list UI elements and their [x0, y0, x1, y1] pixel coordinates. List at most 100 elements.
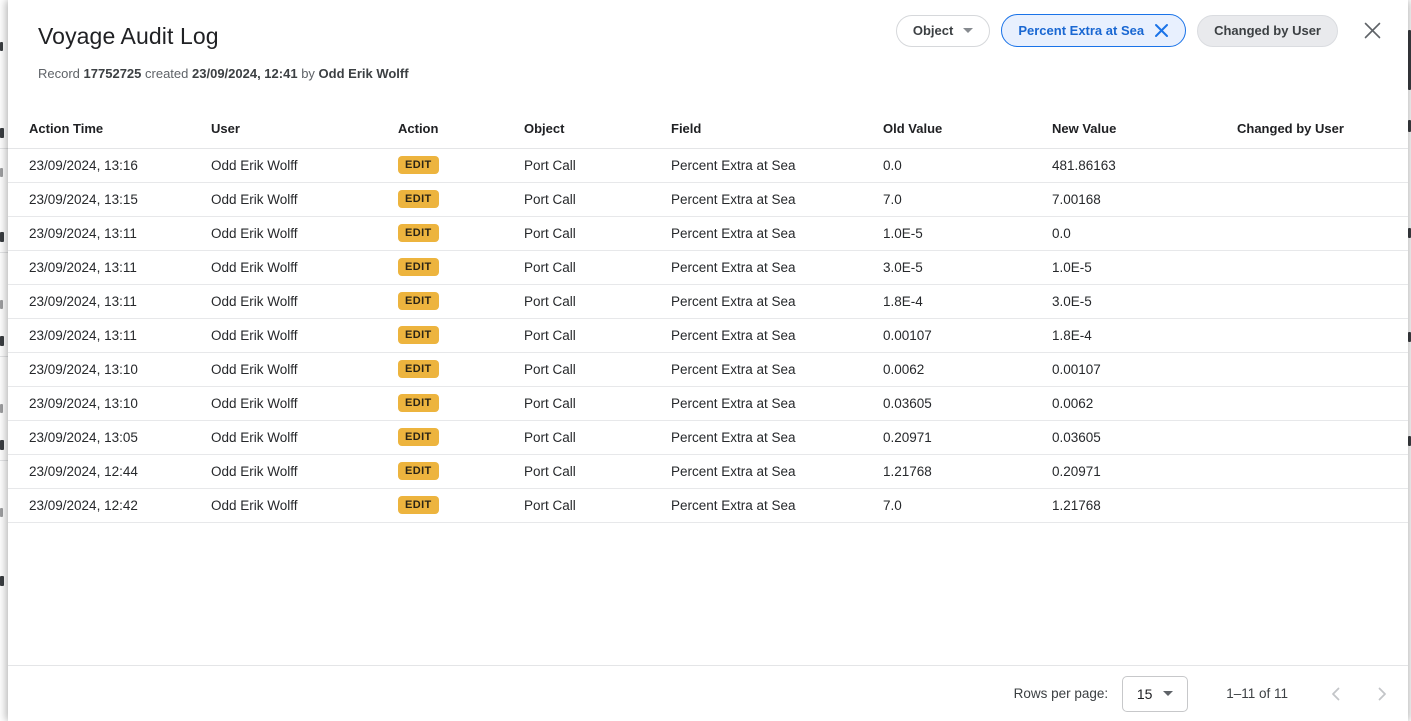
- cell-field: Percent Extra at Sea: [671, 386, 883, 420]
- created-datetime: 23/09/2024, 12:41: [192, 66, 298, 81]
- next-page-icon[interactable]: [1374, 686, 1390, 702]
- action-badge: EDIT: [398, 258, 439, 276]
- action-badge: EDIT: [398, 326, 439, 344]
- action-badge: EDIT: [398, 190, 439, 208]
- cell-user: Odd Erik Wolff: [211, 182, 398, 216]
- cell-action: EDIT: [398, 352, 524, 386]
- rows-per-page-select[interactable]: 15: [1122, 676, 1188, 712]
- cell-action-time: 23/09/2024, 12:42: [8, 488, 211, 522]
- cell-action-time: 23/09/2024, 13:05: [8, 420, 211, 454]
- decor-mark: [0, 128, 4, 138]
- cell-object: Port Call: [524, 420, 671, 454]
- cell-old-value: 7.0: [883, 182, 1052, 216]
- created-label: created: [145, 66, 188, 81]
- table-row: 23/09/2024, 13:05 Odd Erik Wolff EDIT Po…: [8, 420, 1408, 454]
- decor-mark: [0, 336, 4, 346]
- remove-filter-icon[interactable]: [1154, 23, 1169, 38]
- action-badge: EDIT: [398, 428, 439, 446]
- cell-changed-by-user: [1237, 284, 1408, 318]
- cell-old-value: 0.0: [883, 148, 1052, 182]
- cell-user: Odd Erik Wolff: [211, 488, 398, 522]
- record-id: 17752725: [84, 66, 142, 81]
- cell-old-value: 0.03605: [883, 386, 1052, 420]
- rows-per-page-label: Rows per page:: [1014, 686, 1109, 701]
- action-badge: EDIT: [398, 394, 439, 412]
- column-header-field: Field: [671, 110, 883, 148]
- cell-object: Port Call: [524, 386, 671, 420]
- cell-changed-by-user: [1237, 488, 1408, 522]
- cell-new-value: 481.86163: [1052, 148, 1237, 182]
- object-filter-chip[interactable]: Object: [896, 15, 990, 47]
- underlying-page-sliver-left: [0, 0, 8, 721]
- object-filter-label: Object: [913, 23, 953, 38]
- cell-object: Port Call: [524, 352, 671, 386]
- cell-new-value: 0.0062: [1052, 386, 1237, 420]
- cell-user: Odd Erik Wolff: [211, 318, 398, 352]
- changed-by-filter-chip[interactable]: Changed by User: [1197, 15, 1338, 47]
- cell-field: Percent Extra at Sea: [671, 148, 883, 182]
- cell-new-value: 7.00168: [1052, 182, 1237, 216]
- cell-old-value: 1.21768: [883, 454, 1052, 488]
- cell-changed-by-user: [1237, 352, 1408, 386]
- cell-field: Percent Extra at Sea: [671, 352, 883, 386]
- cell-changed-by-user: [1237, 386, 1408, 420]
- field-filter-label: Percent Extra at Sea: [1018, 23, 1144, 38]
- column-header-action-time: Action Time: [8, 110, 211, 148]
- cell-object: Port Call: [524, 148, 671, 182]
- table-row: 23/09/2024, 13:11 Odd Erik Wolff EDIT Po…: [8, 250, 1408, 284]
- cell-old-value: 0.00107: [883, 318, 1052, 352]
- cell-new-value: 3.0E-5: [1052, 284, 1237, 318]
- cell-action-time: 23/09/2024, 13:10: [8, 352, 211, 386]
- decor-mark: [0, 576, 4, 586]
- action-badge: EDIT: [398, 224, 439, 242]
- column-header-new-value: New Value: [1052, 110, 1237, 148]
- record-meta: Record 17752725 created 23/09/2024, 12:4…: [38, 66, 1378, 82]
- column-header-action: Action: [398, 110, 524, 148]
- cell-action: EDIT: [398, 182, 524, 216]
- filter-bar: Object Percent Extra at Sea Changed by U…: [896, 14, 1384, 47]
- cell-changed-by-user: [1237, 182, 1408, 216]
- cell-changed-by-user: [1237, 318, 1408, 352]
- cell-new-value: 1.21768: [1052, 488, 1237, 522]
- cell-old-value: 1.8E-4: [883, 284, 1052, 318]
- cell-action-time: 23/09/2024, 13:10: [8, 386, 211, 420]
- pagination-range: 1–11 of 11: [1226, 686, 1288, 701]
- action-badge: EDIT: [398, 496, 439, 514]
- close-icon[interactable]: [1361, 19, 1384, 42]
- cell-user: Odd Erik Wolff: [211, 454, 398, 488]
- cell-changed-by-user: [1237, 420, 1408, 454]
- decor-line: [0, 356, 8, 357]
- decor-line: [0, 252, 8, 253]
- cell-action-time: 23/09/2024, 13:11: [8, 284, 211, 318]
- cell-user: Odd Erik Wolff: [211, 386, 398, 420]
- table-row: 23/09/2024, 13:15 Odd Erik Wolff EDIT Po…: [8, 182, 1408, 216]
- chevron-down-icon: [1163, 691, 1173, 696]
- cell-field: Percent Extra at Sea: [671, 182, 883, 216]
- decor-mark: [0, 440, 4, 450]
- cell-field: Percent Extra at Sea: [671, 250, 883, 284]
- cell-action: EDIT: [398, 488, 524, 522]
- action-badge: EDIT: [398, 292, 439, 310]
- table-row: 23/09/2024, 12:44 Odd Erik Wolff EDIT Po…: [8, 454, 1408, 488]
- cell-action-time: 23/09/2024, 13:11: [8, 216, 211, 250]
- cell-changed-by-user: [1237, 148, 1408, 182]
- cell-changed-by-user: [1237, 216, 1408, 250]
- decor-mark: [0, 168, 3, 177]
- cell-object: Port Call: [524, 488, 671, 522]
- action-badge: EDIT: [398, 462, 439, 480]
- dialog-header: Voyage Audit Log Record 17752725 created…: [8, 0, 1408, 110]
- cell-field: Percent Extra at Sea: [671, 454, 883, 488]
- previous-page-icon[interactable]: [1328, 686, 1344, 702]
- cell-field: Percent Extra at Sea: [671, 488, 883, 522]
- field-filter-chip[interactable]: Percent Extra at Sea: [1001, 14, 1186, 47]
- table-row: 23/09/2024, 13:11 Odd Erik Wolff EDIT Po…: [8, 318, 1408, 352]
- created-by: Odd Erik Wolff: [319, 66, 409, 81]
- cell-action-time: 23/09/2024, 12:44: [8, 454, 211, 488]
- decor-line: [0, 148, 8, 149]
- table-row: 23/09/2024, 13:16 Odd Erik Wolff EDIT Po…: [8, 148, 1408, 182]
- cell-object: Port Call: [524, 454, 671, 488]
- table-row: 23/09/2024, 13:10 Odd Erik Wolff EDIT Po…: [8, 386, 1408, 420]
- cell-user: Odd Erik Wolff: [211, 216, 398, 250]
- cell-old-value: 7.0: [883, 488, 1052, 522]
- table-row: 23/09/2024, 13:11 Odd Erik Wolff EDIT Po…: [8, 284, 1408, 318]
